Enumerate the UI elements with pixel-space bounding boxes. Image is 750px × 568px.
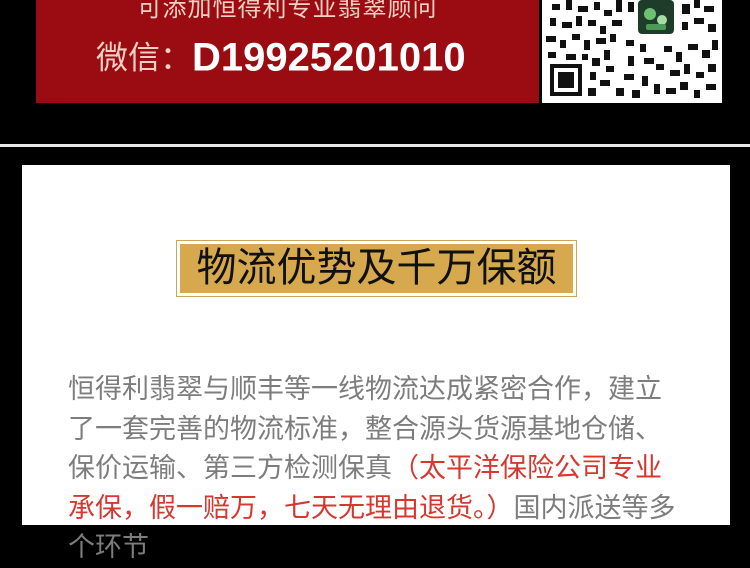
content-panel: 物流优势及千万保额 恒得利翡翠与顺丰等一线物流达成紧密合作，建立了一套完善的物流… (22, 165, 730, 563)
section-title-frame: 物流优势及千万保额 (176, 240, 577, 297)
logistics-paragraph: 恒得利翡翠与顺丰等一线物流达成紧密合作，建立了一套完善的物流标准，整合源头货源基… (68, 370, 688, 568)
wechat-id: D19925201010 (192, 35, 466, 80)
wechat-promo-banner: 可添加恒得利专业翡翠顾问 微信：D19925201010 (36, 0, 539, 103)
section-title: 物流优势及千万保额 (180, 244, 573, 293)
section-divider (0, 144, 750, 147)
qr-code-icon (542, 0, 722, 103)
qr-code-graphic (542, 0, 722, 103)
wechat-label: 微信： (96, 38, 193, 77)
banner-consultant-text: 可添加恒得利专业翡翠顾问 (137, 0, 438, 22)
wechat-contact: 微信：D19925201010 (96, 34, 466, 80)
